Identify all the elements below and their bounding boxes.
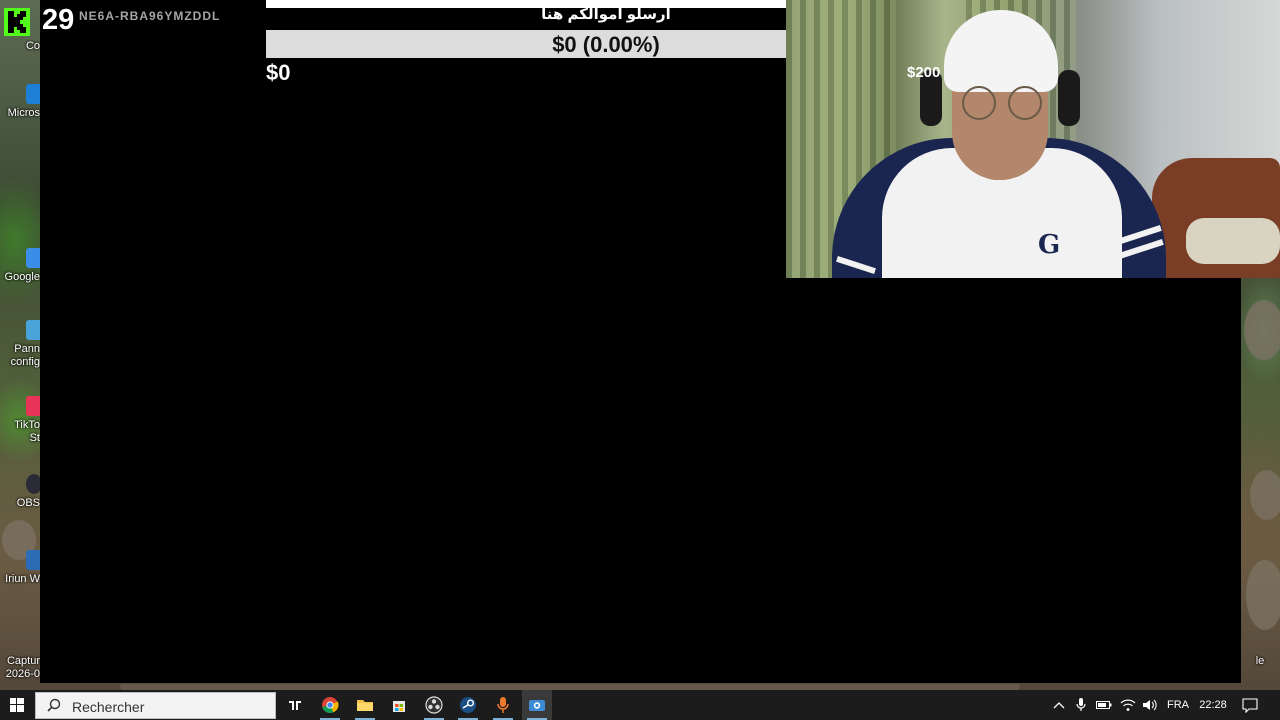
tray-overflow-button[interactable]	[1050, 690, 1068, 720]
desktop-icon-capture[interactable]: Captur 2026-0	[0, 655, 40, 681]
desktop-icon-label: TikTo	[14, 419, 40, 431]
desktop-icon-label: Iriun W	[5, 573, 40, 585]
obs-icon	[26, 474, 40, 494]
tiktok-icon	[289, 701, 301, 710]
microphone-app-icon	[497, 697, 509, 713]
taskbar-app-chrome[interactable]	[315, 690, 345, 720]
control-panel-icon	[26, 320, 40, 340]
desktop-icon-label: Micros	[7, 107, 40, 119]
wallpaper-rock	[1244, 300, 1280, 360]
desktop-icon-label: Co	[25, 40, 40, 52]
taskbar-app-tiktok[interactable]	[280, 690, 310, 720]
desktop-icon-tiktok[interactable]: TikTo St	[0, 396, 40, 445]
viewer-count: 29	[42, 4, 75, 36]
headphone	[1058, 70, 1080, 126]
search-box[interactable]: Rechercher	[35, 692, 276, 719]
tray-notifications[interactable]	[1238, 690, 1262, 720]
desktop-icon-label: 2026-0	[5, 668, 40, 680]
desktop-icon-chrome[interactable]: Google	[0, 248, 40, 284]
webcam-feed: G	[786, 0, 1280, 278]
desktop-icon-right[interactable]: le	[1240, 655, 1280, 668]
battery-icon	[1096, 701, 1112, 709]
microphone-icon	[1076, 698, 1086, 711]
folder-icon	[357, 700, 373, 711]
iriun-icon	[529, 700, 545, 711]
donation-goal-max: $200	[907, 64, 941, 81]
wifi-icon	[1120, 699, 1136, 711]
taskbar-app-store[interactable]	[384, 690, 414, 720]
tray-volume[interactable]	[1140, 690, 1160, 720]
donation-goal-min: $0	[266, 60, 291, 85]
chrome-icon	[26, 248, 40, 268]
tray-language[interactable]: FRA	[1163, 690, 1193, 720]
taskbar-app-obs[interactable]	[419, 690, 449, 720]
desktop-icon-edge[interactable]: Micros	[0, 84, 40, 120]
tiktok-icon	[26, 396, 40, 416]
desktop-icon-label: Google	[4, 271, 40, 283]
search-placeholder: Rechercher	[72, 699, 145, 715]
tray-network[interactable]	[1118, 690, 1138, 720]
chrome-icon	[322, 697, 339, 713]
chevron-up-icon	[1053, 702, 1065, 709]
wallpaper-rock	[1250, 470, 1280, 520]
tray-microphone[interactable]	[1072, 690, 1090, 720]
tray-clock[interactable]: 22:28	[1196, 690, 1230, 720]
windows-icon	[10, 698, 24, 712]
start-button[interactable]	[0, 690, 34, 720]
desktop-icon-label: le	[1255, 655, 1265, 667]
desktop-icon-iriun[interactable]: Iriun W	[0, 550, 40, 586]
desktop-icon-label: config	[10, 356, 40, 368]
desktop-icon-label: Captur	[6, 655, 40, 667]
desktop-icon-label: Pann	[14, 343, 40, 355]
desktop-icon-label: St	[29, 432, 40, 444]
steam-icon	[460, 697, 476, 713]
tray-battery[interactable]	[1094, 690, 1114, 720]
desktop-icon-obs[interactable]: OBS	[0, 474, 40, 510]
pillow	[1186, 218, 1280, 264]
search-icon	[47, 698, 61, 712]
wallpaper-rock	[1246, 560, 1280, 630]
taskbar-app-explorer[interactable]	[350, 690, 380, 720]
kick-logo-icon	[4, 8, 30, 36]
taskbar-app-steam[interactable]	[453, 690, 483, 720]
glasses	[1008, 86, 1042, 120]
taskbar-app-iriun[interactable]	[522, 690, 552, 720]
taskbar: Rechercher FRA 22:28	[0, 690, 1280, 720]
store-icon	[393, 701, 405, 712]
edge-icon	[26, 84, 40, 104]
jacket-logo: G	[1038, 230, 1061, 260]
notification-icon	[1242, 697, 1258, 713]
desktop-icon-control-panel[interactable]: Pann config	[0, 320, 40, 369]
speaker-icon	[1143, 699, 1157, 711]
kick-logo	[4, 8, 30, 36]
stream-key-text: NE6A-RBA96YMZDDL	[79, 9, 221, 23]
glasses	[962, 86, 996, 120]
desktop-icon-label: OBS	[16, 497, 40, 509]
obs-icon	[425, 696, 443, 714]
taskbar-app-recorder[interactable]	[488, 690, 518, 720]
desktop-icon[interactable]: Co	[0, 40, 40, 53]
iriun-icon	[26, 550, 40, 570]
